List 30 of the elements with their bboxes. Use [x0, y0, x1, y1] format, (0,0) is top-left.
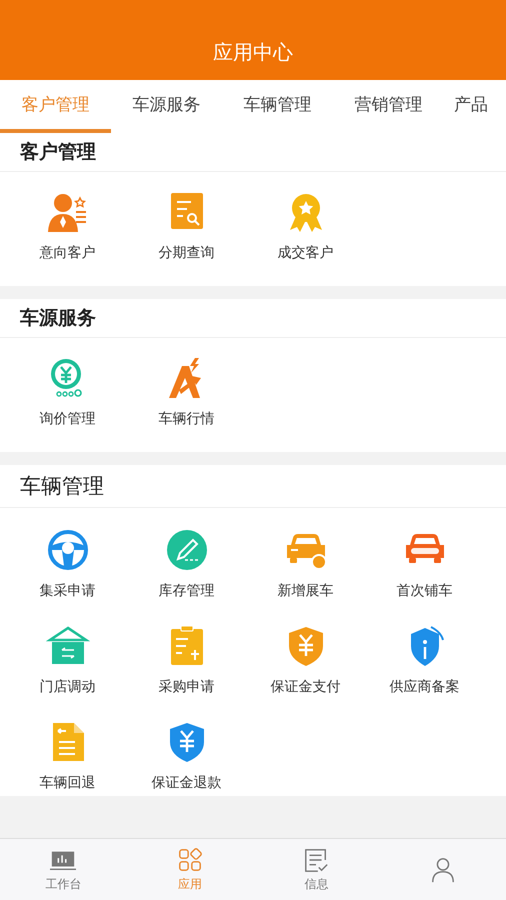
steering-wheel-icon: [46, 528, 90, 572]
section-title: 车源服务: [20, 306, 96, 331]
app-shortcut[interactable]: 首次铺车: [365, 524, 484, 604]
section-title: 客户管理: [20, 140, 96, 165]
app-shortcut[interactable]: 意向客户: [8, 186, 127, 266]
category-tab[interactable]: 产品: [444, 80, 504, 133]
nav-tab[interactable]: 工作台: [0, 839, 126, 900]
category-tab[interactable]: 车辆管理: [222, 80, 333, 133]
category-tab[interactable]: 营销管理: [333, 80, 444, 133]
category-tab[interactable]: 车源服务: [111, 80, 222, 133]
app-shortcut[interactable]: 库存管理: [127, 524, 246, 604]
app-shortcut[interactable]: 集采申请: [8, 524, 127, 604]
app-shortcut[interactable]: 保证金支付: [246, 620, 365, 700]
app-shortcut[interactable]: 门店调动: [8, 620, 127, 700]
app-shortcut[interactable]: 询价管理: [8, 352, 127, 432]
app-shortcut[interactable]: 保证金退款: [127, 716, 246, 796]
nav-tab[interactable]: 信息: [253, 839, 380, 900]
app-shortcut[interactable]: 车辆行情: [127, 352, 246, 432]
app-shortcut[interactable]: 车辆回退: [8, 716, 127, 796]
document-icon: [303, 846, 330, 872]
grid-icon: [176, 846, 203, 872]
app-shortcut[interactable]: 新增展车: [246, 524, 365, 604]
user-icon: [430, 856, 456, 882]
app-shortcut[interactable]: 采购申请: [127, 620, 246, 700]
app-shortcut[interactable]: 供应商备案: [365, 620, 484, 700]
section-title: 车辆管理: [20, 473, 104, 500]
page-title: 应用中心: [213, 38, 293, 66]
app-shortcut[interactable]: 成交客户: [246, 186, 365, 266]
app-shortcut[interactable]: 分期查询: [127, 186, 246, 266]
pencil-icon: [164, 528, 208, 572]
